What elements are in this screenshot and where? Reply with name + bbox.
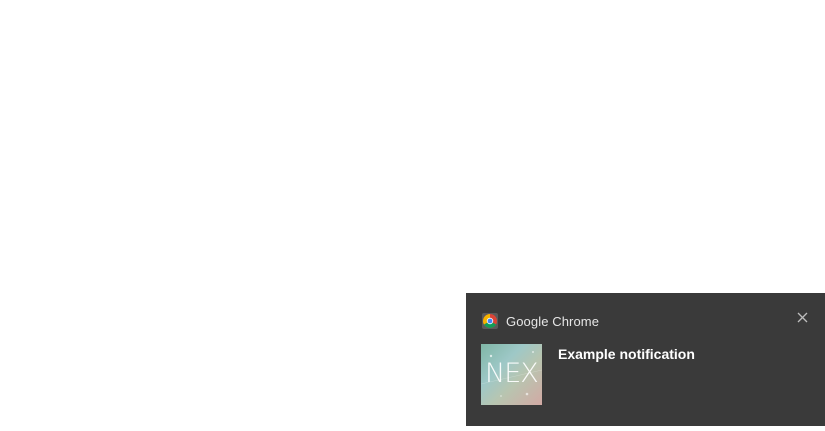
- desktop: Google Chrome NEX Example notification: [0, 0, 825, 431]
- notification-header: Google Chrome: [482, 311, 599, 331]
- notification-app-name: Google Chrome: [506, 313, 600, 329]
- chrome-icon: [482, 313, 498, 329]
- close-button[interactable]: [793, 310, 811, 328]
- notification-thumbnail: NEX: [481, 344, 542, 405]
- thumbnail-text: NEX: [485, 358, 539, 389]
- chrome-notification-toast[interactable]: Google Chrome NEX Example notification: [466, 293, 825, 426]
- notification-title: Example notification: [558, 346, 695, 362]
- close-icon: [797, 310, 808, 328]
